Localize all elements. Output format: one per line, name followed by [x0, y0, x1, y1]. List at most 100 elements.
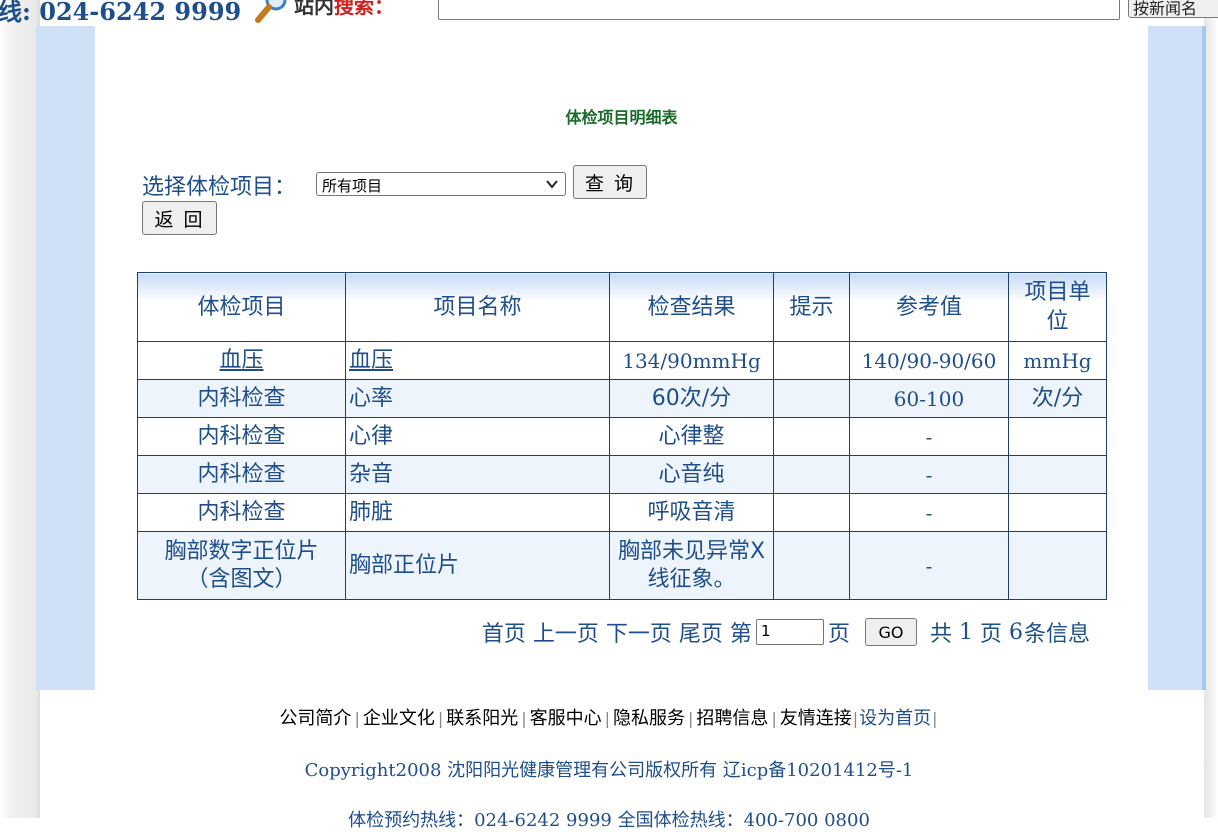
- first-page-link[interactable]: 首页: [482, 616, 526, 648]
- cell-reference: -: [849, 455, 1009, 494]
- pagination: 首页 上一页 下一页 尾页 第 1 页 GO 共 1 页 6 条信息: [482, 616, 1090, 648]
- footer-link-culture[interactable]: 企业文化: [363, 708, 435, 729]
- prev-page-link[interactable]: 上一页: [533, 616, 599, 648]
- footer-hotlines: 体检预约热线：024-6242 9999 全国体检热线：400-700 0800: [348, 810, 870, 831]
- page-shadow-right: [1204, 0, 1218, 818]
- cell-category: 内科检查: [137, 493, 346, 532]
- cell-category[interactable]: 血压: [137, 341, 346, 380]
- cell-hint: [773, 379, 850, 418]
- table-row: 内科检查 杂音 心音纯 -: [137, 455, 1107, 494]
- cell-name: 肺脏: [345, 493, 610, 532]
- set-homepage-link[interactable]: 设为首页: [859, 708, 931, 729]
- total-prefix: 共: [929, 622, 952, 647]
- cell-reference: -: [849, 531, 1009, 600]
- site-search-input[interactable]: [438, 0, 1120, 20]
- chevron-down-icon: [545, 177, 559, 191]
- page-suffix: 页: [827, 622, 850, 647]
- next-page-link[interactable]: 下一页: [606, 616, 672, 648]
- total-pages: 1: [958, 619, 973, 645]
- project-select[interactable]: 所有项目: [316, 172, 566, 196]
- copyright: Copyright2008 沈阳阳光健康管理有公司版权所有 辽icp备10201…: [304, 760, 914, 781]
- site-search-label-part1: 站内: [294, 0, 334, 18]
- total-records: 6: [1008, 619, 1023, 645]
- footer-link-about[interactable]: 公司简介: [279, 708, 351, 729]
- cell-result: 134/90mmHg: [609, 341, 774, 380]
- column-header: 项目单位: [1008, 272, 1107, 342]
- cell-unit: mmHg: [1008, 341, 1107, 380]
- cell-name: 心律: [345, 417, 610, 456]
- cell-unit: 次/分: [1008, 379, 1107, 418]
- cell-name[interactable]: 血压: [345, 341, 610, 380]
- back-button[interactable]: 返 回: [142, 201, 217, 235]
- main-frame: 体检项目明细表 选择体检项目： 所有项目 查 询 返 回 体检项目 项目名称 检…: [36, 26, 1206, 690]
- cell-result: 心音纯: [609, 455, 774, 494]
- footer-separator: |: [604, 709, 610, 728]
- cell-category: 内科检查: [137, 417, 346, 456]
- footer-separator: |: [521, 709, 527, 728]
- footer-link-contact[interactable]: 联系阳光: [446, 708, 518, 729]
- page-shadow-left: [0, 0, 40, 818]
- column-header: 参考值: [849, 272, 1009, 342]
- name-link[interactable]: 血压: [349, 348, 393, 373]
- column-header: 提示: [773, 272, 850, 342]
- cell-category: 胸部数字正位片（含图文）: [137, 531, 346, 600]
- table-header-row: 体检项目 项目名称 检查结果 提示 参考值 项目单位: [137, 272, 1107, 342]
- footer-separator: |: [852, 709, 859, 728]
- table-row: 内科检查 心律 心律整 -: [137, 417, 1107, 456]
- site-search-label: 站内搜索：: [294, 0, 394, 19]
- cell-reference: 60-100: [849, 379, 1009, 418]
- column-header: 检查结果: [609, 272, 774, 342]
- cell-reference: -: [849, 417, 1009, 456]
- footer-link-service[interactable]: 客服中心: [530, 708, 602, 729]
- cell-unit: [1008, 493, 1107, 532]
- footer-separator: |: [688, 709, 694, 728]
- cell-hint: [773, 341, 850, 380]
- column-header: 体检项目: [137, 272, 346, 342]
- frame-edge: [1202, 26, 1206, 690]
- footer-separator: |: [437, 709, 444, 728]
- cell-name: 杂音: [345, 455, 610, 494]
- page-number-input[interactable]: 1: [755, 619, 824, 645]
- cell-result: 呼吸音清: [609, 493, 774, 532]
- site-search-label-part2: 搜索：: [334, 0, 394, 18]
- cell-hint: [773, 493, 850, 532]
- footer-link-privacy[interactable]: 隐私服务: [613, 708, 685, 729]
- page-title: 体检项目明细表: [565, 108, 678, 127]
- column-header: 项目名称: [345, 272, 610, 342]
- top-header: 线: 024-6242 9999 站内搜索： 按新闻名: [0, 0, 1218, 26]
- table-row: 内科检查 心率 60次/分 60-100 次/分: [137, 379, 1107, 418]
- footer-links: 公司简介 | 企业文化 | 联系阳光 | 客服中心 | 隐私服务 | 招聘信息 | 友情连接|设为首页|: [0, 704, 1218, 730]
- last-page-link[interactable]: 尾页: [679, 616, 723, 648]
- footer-separator: |: [932, 709, 938, 728]
- cell-reference: 140/90-90/60: [849, 341, 1009, 380]
- search-by-news-title-button[interactable]: 按新闻名: [1128, 0, 1218, 18]
- footer-link-friends[interactable]: 友情连接: [780, 708, 852, 729]
- cell-reference: -: [849, 493, 1009, 532]
- cell-category: 内科检查: [137, 455, 346, 494]
- header-hotline: 线: 024-6242 9999: [0, 0, 242, 26]
- page-prefix: 第: [729, 622, 752, 647]
- cell-category: 内科检查: [137, 379, 346, 418]
- query-button[interactable]: 查 询: [573, 165, 647, 199]
- table-row: 血压 血压 134/90mmHg 140/90-90/60 mmHg: [137, 341, 1107, 380]
- cell-result: 60次/分: [609, 379, 774, 418]
- cell-unit: [1008, 455, 1107, 494]
- category-link[interactable]: 血压: [219, 348, 263, 373]
- cell-result: 胸部未见异常X线征象。: [609, 531, 774, 600]
- footer-link-jobs[interactable]: 招聘信息: [696, 708, 768, 729]
- footer-separator: |: [771, 709, 777, 728]
- total-records-suffix: 条信息: [1023, 622, 1090, 647]
- cell-name: 心率: [345, 379, 610, 418]
- footer-separator: |: [354, 709, 360, 728]
- cell-hint: [773, 455, 850, 494]
- go-button[interactable]: GO: [864, 618, 917, 646]
- cell-unit: [1008, 531, 1107, 600]
- total-pages-suffix: 页: [979, 622, 1002, 647]
- cell-name: 胸部正位片: [345, 531, 610, 600]
- table-row: 内科检查 肺脏 呼吸音清 -: [137, 493, 1107, 532]
- cell-result: 心律整: [609, 417, 774, 456]
- project-select-value: 所有项目: [322, 177, 383, 195]
- cell-hint: [773, 531, 850, 600]
- cell-hint: [773, 417, 850, 456]
- magnifier-icon: [252, 0, 292, 26]
